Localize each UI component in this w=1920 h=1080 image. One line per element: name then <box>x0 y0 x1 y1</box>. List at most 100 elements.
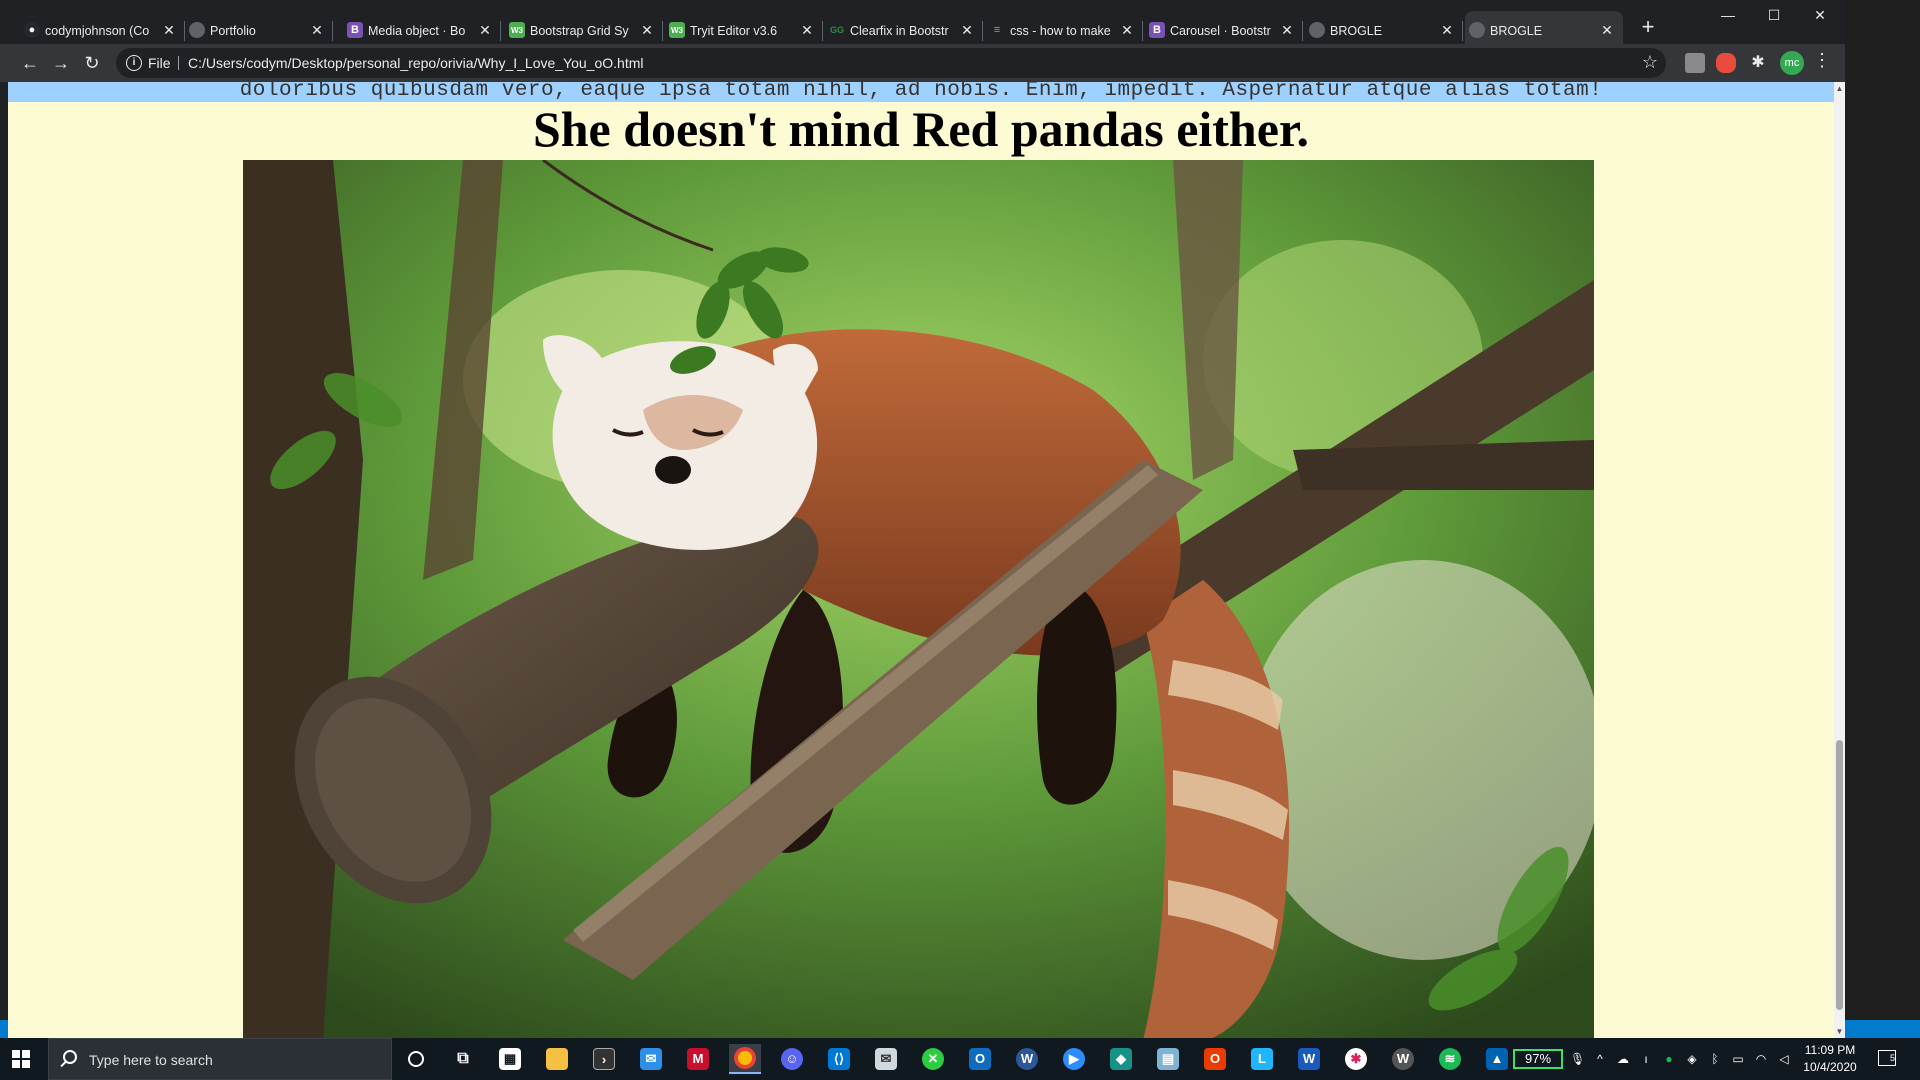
cortana-icon[interactable] <box>400 1044 432 1074</box>
globe-icon <box>1309 22 1325 38</box>
w-app-icon-2[interactable]: W <box>1387 1044 1419 1074</box>
xbox-icon[interactable]: ✕ <box>917 1044 949 1074</box>
close-icon[interactable]: ✕ <box>1439 22 1455 38</box>
w-app-icon[interactable]: W <box>1011 1044 1043 1074</box>
zoom-icon[interactable]: ▶ <box>1058 1044 1090 1074</box>
word-icon[interactable]: W <box>1293 1044 1325 1074</box>
close-icon[interactable]: ✕ <box>959 22 975 38</box>
windows-start-icon[interactable] <box>12 1050 30 1068</box>
background-window-edge <box>0 1020 8 1038</box>
bookmark-star-icon[interactable]: ☆ <box>1642 52 1658 73</box>
close-window-button[interactable]: ✕ <box>1797 4 1843 26</box>
keyboard-icon[interactable]: ▭ <box>1731 1052 1745 1066</box>
discord-icon[interactable]: ☺ <box>776 1044 808 1074</box>
tab-title: Carousel · Bootstr <box>1170 23 1271 38</box>
url-scheme: File <box>148 55 171 71</box>
spotify-icon[interactable]: ≋ <box>1434 1044 1466 1074</box>
slack-icon[interactable]: ✱ <box>1340 1044 1372 1074</box>
tab-title: BROGLE <box>1330 23 1383 38</box>
profile-avatar[interactable]: mc <box>1780 51 1804 75</box>
volume-icon[interactable]: ◁ <box>1777 1052 1791 1066</box>
extension-icon[interactable] <box>1685 53 1705 73</box>
search-placeholder: Type here to search <box>89 1052 213 1068</box>
mail-icon[interactable]: ✉ <box>635 1044 667 1074</box>
globe-icon <box>1469 22 1485 38</box>
security-tray-icon[interactable]: ◈ <box>1685 1052 1699 1066</box>
reload-button[interactable]: ↻ <box>80 51 104 75</box>
gitkraken-icon[interactable]: ◆ <box>1105 1044 1137 1074</box>
battery-indicator[interactable]: 97% <box>1513 1049 1563 1069</box>
stackoverflow-icon: ≡ <box>993 24 1001 36</box>
url-text[interactable]: C:/Users/codym/Desktop/personal_repo/ori… <box>188 55 644 71</box>
l-app-icon[interactable]: L <box>1246 1044 1278 1074</box>
store-icon[interactable]: ▦ <box>494 1044 526 1074</box>
info-icon[interactable]: i <box>126 55 142 71</box>
background-editor-window <box>1845 0 1920 1038</box>
windows-taskbar: Type here to search ⧉ ▦ › ✉ M ☺ ⟨⟩ ✉ ✕ O… <box>0 1038 1920 1080</box>
wifi-icon[interactable]: ◠ <box>1754 1052 1768 1066</box>
mail-app-icon[interactable]: ✉ <box>870 1044 902 1074</box>
new-tab-button[interactable]: + <box>1634 14 1662 40</box>
red-panda-photo <box>243 160 1594 1038</box>
tab-title: Media object · Bo <box>368 23 466 38</box>
globe-icon <box>189 22 205 38</box>
close-icon[interactable]: ✕ <box>477 22 493 38</box>
minimize-button[interactable]: — <box>1705 4 1751 26</box>
tab-title: Tryit Editor v3.6 <box>690 23 778 38</box>
notepad-icon[interactable]: ▤ <box>1152 1044 1184 1074</box>
tab-title: codymjohnson (Co <box>45 23 150 38</box>
menu-kebab-icon[interactable]: ⋮ <box>1812 50 1832 71</box>
tab-title: Portfolio <box>210 23 256 38</box>
close-icon[interactable]: ✕ <box>1119 22 1135 38</box>
close-icon[interactable]: ✕ <box>161 22 177 38</box>
w3schools-icon: W3 <box>509 22 525 38</box>
bluetooth-icon[interactable]: ᛒ <box>1708 1052 1722 1066</box>
back-button[interactable]: ← <box>18 51 42 75</box>
lorem-paragraph: doloribus quibusdam vero, eaque ipsa tot… <box>8 82 1834 102</box>
tab-title: Clearfix in Bootstr <box>850 23 949 38</box>
microphone-tray-icon[interactable]: ı <box>1639 1052 1653 1066</box>
terminal-icon[interactable]: › <box>588 1044 620 1074</box>
scroll-thumb[interactable] <box>1836 740 1843 1010</box>
bootstrap-icon: B <box>347 22 363 38</box>
address-bar[interactable]: i File C:/Users/codym/Desktop/personal_r… <box>116 48 1666 78</box>
browser-toolbar: ← → ↻ i File C:/Users/codym/Desktop/pers… <box>0 44 1845 82</box>
cloud-icon[interactable]: ☁ <box>1616 1052 1630 1066</box>
close-icon[interactable]: ✕ <box>1279 22 1295 38</box>
mcafee-icon[interactable]: M <box>682 1044 714 1074</box>
vscode-icon[interactable]: ⟨⟩ <box>823 1044 855 1074</box>
system-clock[interactable]: 11:09 PM 10/4/2020 <box>1800 1042 1860 1076</box>
maximize-button[interactable]: ☐ <box>1751 4 1797 26</box>
forward-button[interactable]: → <box>49 51 73 75</box>
outlook-icon[interactable]: O <box>964 1044 996 1074</box>
scroll-down-arrow-icon[interactable]: ▼ <box>1834 1027 1845 1036</box>
bootstrap-icon: B <box>1149 22 1165 38</box>
tab-title: css - how to make <box>1010 23 1111 38</box>
chrome-icon[interactable] <box>729 1044 761 1074</box>
close-icon[interactable]: ✕ <box>799 22 815 38</box>
file-explorer-icon[interactable] <box>541 1044 573 1074</box>
page-heading: She doesn't mind Red pandas either. <box>532 101 1310 157</box>
extensions-puzzle-icon[interactable]: ✱ <box>1748 53 1768 73</box>
notification-center-icon[interactable]: 5 <box>1878 1050 1896 1066</box>
record-extension-icon[interactable] <box>1716 53 1736 73</box>
close-icon[interactable]: ✕ <box>309 22 325 38</box>
editor-status-bar <box>1845 1020 1920 1038</box>
clock-date: 10/4/2020 <box>1803 1060 1857 1074</box>
tab-title: BROGLE <box>1490 23 1543 38</box>
github-icon: ● <box>24 22 40 38</box>
page-viewport: doloribus quibusdam vero, eaque ipsa tot… <box>8 82 1834 1038</box>
page-scrollbar[interactable]: ▲ ▼ <box>1834 82 1845 1038</box>
office-icon[interactable]: O <box>1199 1044 1231 1074</box>
close-icon[interactable]: ✕ <box>639 22 655 38</box>
clock-time: 11:09 PM <box>1804 1043 1856 1057</box>
task-view-icon[interactable]: ⧉ <box>447 1044 479 1074</box>
spotify-tray-icon[interactable]: ● <box>1662 1052 1676 1066</box>
geeks-icon: GG <box>829 25 844 35</box>
taskbar-search-input[interactable]: Type here to search <box>48 1038 392 1080</box>
scroll-up-arrow-icon[interactable]: ▲ <box>1834 84 1845 93</box>
photos-icon[interactable]: ▲ <box>1481 1044 1513 1074</box>
tray-chevron-up-icon[interactable]: ^ <box>1593 1052 1607 1066</box>
close-icon[interactable]: ✕ <box>1599 22 1615 38</box>
mic-icon[interactable]: 🎙 <box>1570 1052 1585 1066</box>
